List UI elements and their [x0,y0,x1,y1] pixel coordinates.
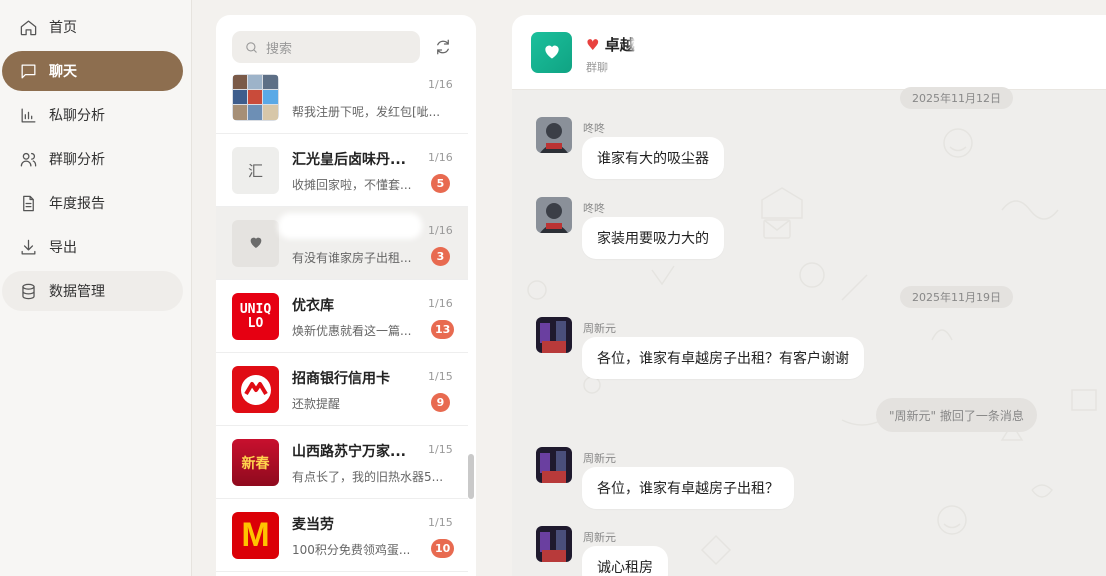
chat-name: 汇光皇后卤味丹... [292,152,406,168]
chat-name: 招商银行信用卡 [292,371,390,387]
refresh-icon [437,39,449,55]
unread-badge: 10 [431,539,455,558]
chat-avatar: 汇 [232,147,279,194]
chat-preview: 100积分免费领鸡蛋... [292,543,411,557]
chat-time: 1/16 [428,224,453,237]
message-bubble[interactable]: 诚心租房 [582,546,668,576]
sender-avatar[interactable] [536,117,572,153]
chat-name: 麦当劳 [292,517,334,533]
chat-preview: 有点长了，我的旧热水器5... [292,470,444,484]
chat-list-item[interactable]: 汇 汇光皇后卤味丹... 1/16 收摊回家啦，不懂套... 5 [216,134,468,207]
chat-preview: 焕新优惠就看这一篇... [292,324,412,338]
chat-list-item[interactable]: UNIQLO 优衣库 1/16 焕新优惠就看这一篇... 13 [216,280,468,353]
cmb-logo [232,366,279,413]
chat-list-item[interactable]: 新春 山西路苏宁万家... 1/15 有点长了，我的旧热水器5... [216,426,468,499]
nav-data-management[interactable]: 数据管理 [2,271,183,311]
nav-annual-report-label: 年度报告 [49,196,105,212]
chat-time: 1/16 [428,151,453,164]
nav-group-analysis[interactable]: 群聊分析 [2,139,183,179]
message-bubble[interactable]: 各位，谁家有卓越房子出租？ [582,467,794,509]
chat-list-item-selected[interactable]: 1/16 有没有谁家房子出租... 3 [216,207,468,280]
chat-avatar [232,74,279,121]
chat-preview: 有没有谁家房子出租... [292,251,412,265]
chat-preview: 收摊回家啦，不懂套... [292,178,412,192]
message-bubble[interactable]: 谁家有大的吸尘器 [582,137,724,179]
nav-home[interactable]: 首页 [2,7,183,47]
mcdonalds-logo: M [232,512,279,559]
home-icon [18,17,38,37]
heart-icon [248,234,264,254]
date-separator: 2025年11月12日 [900,87,1013,109]
chat-panel: ♥ 卓越 群聊 2025年11月12日 咚咚 谁家有大的吸尘器 咚咚 家装用要吸… [512,15,1106,576]
nav-annual-report[interactable]: 年度报告 [2,183,183,223]
date-separator: 2025年11月19日 [900,286,1013,308]
sender-avatar[interactable] [536,447,572,483]
sender-name: 周新元 [583,452,616,465]
bar-chart-icon [18,105,38,125]
document-icon [18,193,38,213]
search-placeholder: 搜索 [266,41,293,57]
search-icon [246,41,257,53]
chat-avatar [232,220,279,267]
sender-name: 咚咚 [583,202,605,215]
sender-avatar[interactable] [536,526,572,562]
sender-name: 咚咚 [583,122,605,135]
chat-preview: 帮我注册下呢，发红包[呲... [292,105,441,119]
sender-name: 周新元 [583,322,616,335]
nav-data-management-label: 数据管理 [49,284,105,300]
users-icon [18,149,38,169]
unread-badge: 13 [431,320,455,339]
scrollbar-thumb[interactable] [468,454,474,499]
chat-avatar: 新春 [232,439,279,486]
chat-list-item[interactable]: 招商银行信用卡 1/15 还款提醒 9 [216,353,468,426]
group-title: ♥ 卓越 [586,34,635,55]
chat-preview: 还款提醒 [292,397,341,411]
nav-private-analysis[interactable]: 私聊分析 [2,95,183,135]
chat-bubble-icon [18,61,38,81]
nav-export[interactable]: 导出 [2,227,183,267]
sender-name: 周新元 [583,531,616,544]
nav-private-analysis-label: 私聊分析 [49,108,105,124]
nav-group-analysis-label: 群聊分析 [49,152,105,168]
unread-badge: 5 [431,174,450,193]
nav-chat[interactable]: 聊天 [2,51,183,91]
uniqlo-logo: UNIQLO [232,293,279,340]
group-subtitle: 群聊 [586,61,608,74]
chat-header: ♥ 卓越 群聊 [512,15,1106,90]
chat-time: 1/15 [428,443,453,456]
sender-avatar[interactable] [536,317,572,353]
nav-home-label: 首页 [49,20,77,36]
database-icon [18,281,38,301]
chat-name: 山西路苏宁万家... [292,444,406,460]
search-input[interactable]: 搜索 [232,31,420,63]
recall-notice: "周新元" 撤回了一条消息 [876,398,1037,432]
chat-time: 1/16 [428,297,453,310]
unread-badge: 3 [431,247,450,266]
group-avatar [531,32,572,73]
sender-avatar[interactable] [536,197,572,233]
chat-list-panel: 搜索 1/16 帮我注册下呢，发红包[呲... 汇 汇光皇后卤味丹... 1/1… [216,15,476,576]
heart-emoji-icon: ♥ [586,36,600,54]
message-bubble[interactable]: 家装用要吸力大的 [582,217,724,259]
message-bubble[interactable]: 各位，谁家有卓越房子出租？有客户谢谢 [582,337,864,379]
chat-time: 1/15 [428,370,453,383]
chat-list-item[interactable]: 1/16 帮我注册下呢，发红包[呲... [216,61,468,134]
refresh-button[interactable] [434,38,452,56]
download-icon [18,237,38,257]
chat-name: 优衣库 [292,298,334,314]
sidebar: 首页 聊天 私聊分析 群聊分析 年度报告 导出 数据管理 [0,0,192,576]
unread-badge: 9 [431,393,450,412]
chat-list-item[interactable]: M 麦当劳 1/15 100积分免费领鸡蛋... 10 [216,499,468,572]
heart-icon [542,41,562,65]
chat-time: 1/16 [428,78,453,91]
chat-time: 1/15 [428,516,453,529]
nav-export-label: 导出 [49,240,77,256]
nav-chat-label: 聊天 [49,64,77,80]
